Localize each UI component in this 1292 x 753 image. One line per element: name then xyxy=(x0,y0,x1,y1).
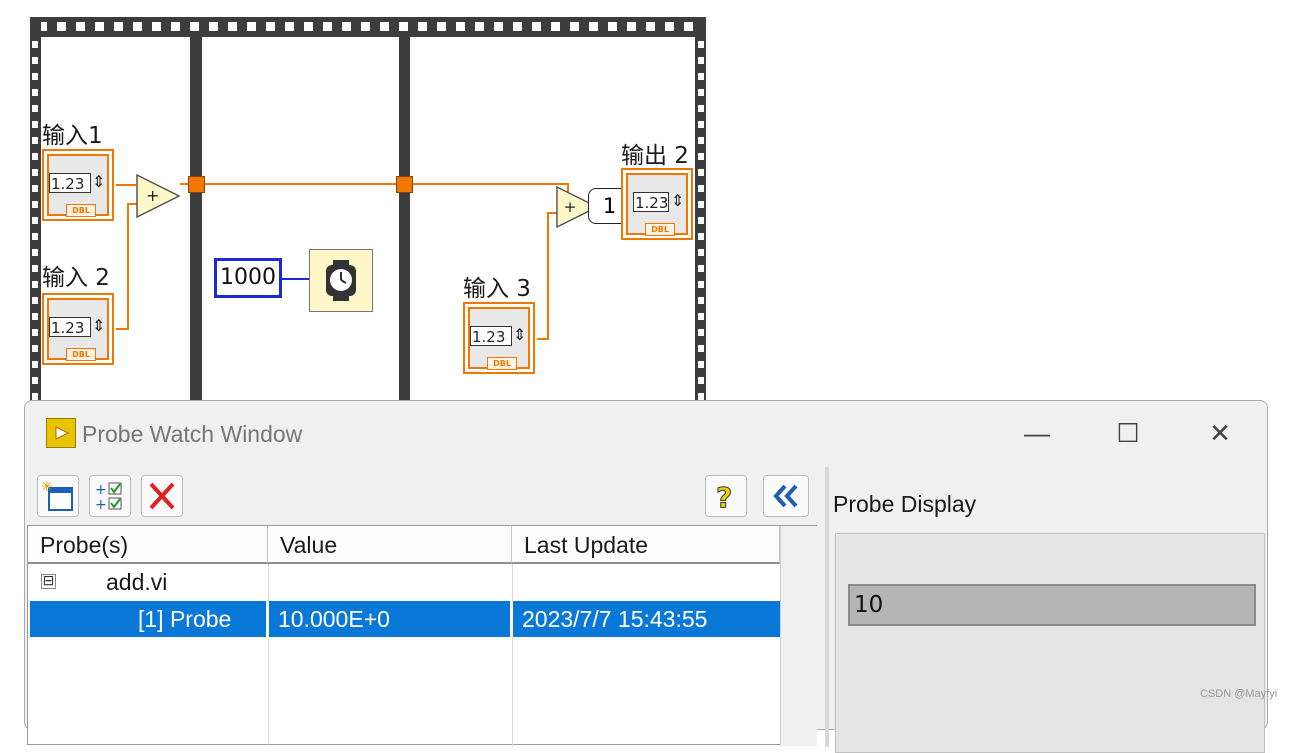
probe-display-value: 10 xyxy=(848,584,1256,626)
svg-text:?: ? xyxy=(716,481,732,514)
svg-text:+: + xyxy=(95,482,107,498)
checklist-icon: + + xyxy=(95,482,122,513)
dbl-badge: DBL xyxy=(66,348,96,361)
svg-text:✳: ✳ xyxy=(41,479,53,495)
input1-label: 输入1 xyxy=(42,123,103,149)
wait-ms-function[interactable] xyxy=(309,249,373,312)
select-probes-button[interactable]: + + xyxy=(89,475,131,517)
wait-watch-icon xyxy=(326,260,356,301)
help-icon: ? xyxy=(716,481,733,515)
list-scrollbar-area[interactable] xyxy=(780,526,817,746)
collapse-pane-button[interactable] xyxy=(763,475,809,517)
probe-display-pane: Probe Display 10 xyxy=(831,467,1267,753)
probe-watch-window: Probe Watch Window — ☐ ✕ ✳ + + ? Probe(s… xyxy=(24,400,1268,753)
probe-last-update: 2023/7/7 15:43:55 xyxy=(522,606,708,632)
probe-name: [1] Probe xyxy=(138,606,232,632)
sequence-tunnel-1[interactable] xyxy=(188,176,205,193)
input1-terminal[interactable]: 1.23 ⇕ DBL xyxy=(42,149,114,221)
output2-indicator[interactable]: 1.23 ⇕ DBL xyxy=(621,168,693,240)
minimize-button[interactable]: — xyxy=(1012,413,1062,453)
red-x-icon xyxy=(149,482,175,510)
column-header-value[interactable]: Value xyxy=(268,526,512,564)
watermark: CSDN @Mayfyi xyxy=(1200,688,1278,700)
wire-input2-add xyxy=(116,203,138,330)
increment-arrows-icon: ⇕ xyxy=(513,327,527,344)
pane-splitter[interactable] xyxy=(825,467,829,747)
svg-text:+: + xyxy=(564,198,577,216)
window-title: Probe Watch Window xyxy=(82,421,303,447)
collapse-toggle-icon[interactable]: ⊟ xyxy=(41,573,56,589)
wire-tunnel-add2 xyxy=(412,183,569,194)
numeric-display: 1.23 xyxy=(49,173,91,193)
input2-terminal[interactable]: 1.23 ⇕ DBL xyxy=(42,293,114,365)
input3-terminal[interactable]: 1.23 ⇕ DBL xyxy=(463,302,535,374)
sequence-tunnel-2[interactable] xyxy=(396,176,413,193)
labview-app-icon xyxy=(46,418,76,448)
dbl-badge: DBL xyxy=(645,223,675,236)
probe-display-panel: 10 xyxy=(835,533,1265,753)
column-header-probes[interactable]: Probe(s) xyxy=(28,526,268,564)
dbl-badge: DBL xyxy=(66,204,96,217)
increment-arrows-icon: ⇕ xyxy=(92,174,106,191)
column-header-last-update[interactable]: Last Update xyxy=(512,526,780,564)
numeric-display: 1.23 xyxy=(49,317,91,337)
output2-label: 输出 2 xyxy=(621,143,689,169)
numeric-display: 1.23 xyxy=(633,192,669,212)
wait-ms-constant[interactable]: 1000 xyxy=(214,258,282,298)
probe-list[interactable]: Probe(s) Value Last Update ⊟ add.vi [1] … xyxy=(27,525,817,746)
title-bar[interactable]: Probe Watch Window — ☐ ✕ xyxy=(25,401,1267,461)
numeric-display: 1.23 xyxy=(470,326,512,346)
vi-name: add.vi xyxy=(106,569,168,595)
input2-label: 输入 2 xyxy=(42,265,110,291)
increment-arrows-icon: ⇕ xyxy=(92,318,106,335)
remove-probe-button[interactable] xyxy=(141,475,183,517)
probe-value: 10.000E+0 xyxy=(278,606,390,632)
probe-display-label: Probe Display xyxy=(833,491,977,517)
dbl-badge: DBL xyxy=(487,357,517,370)
svg-text:+: + xyxy=(146,186,159,205)
double-chevron-left-icon xyxy=(773,484,798,508)
input3-label: 输入 3 xyxy=(463,276,531,302)
help-button[interactable]: ? xyxy=(705,475,747,517)
new-window-icon: ✳ xyxy=(41,479,73,511)
maximize-button[interactable]: ☐ xyxy=(1103,413,1153,453)
new-probe-button[interactable]: ✳ xyxy=(37,475,79,517)
increment-arrows-icon: ⇕ xyxy=(671,193,685,210)
svg-text:+: + xyxy=(95,497,107,513)
close-button[interactable]: ✕ xyxy=(1195,413,1245,453)
add-node-1[interactable]: + xyxy=(136,174,180,218)
wire-input3-add2 xyxy=(537,212,558,340)
table-row[interactable]: [1] Probe 10.000E+0 2023/7/7 15:43:55 xyxy=(30,601,780,637)
